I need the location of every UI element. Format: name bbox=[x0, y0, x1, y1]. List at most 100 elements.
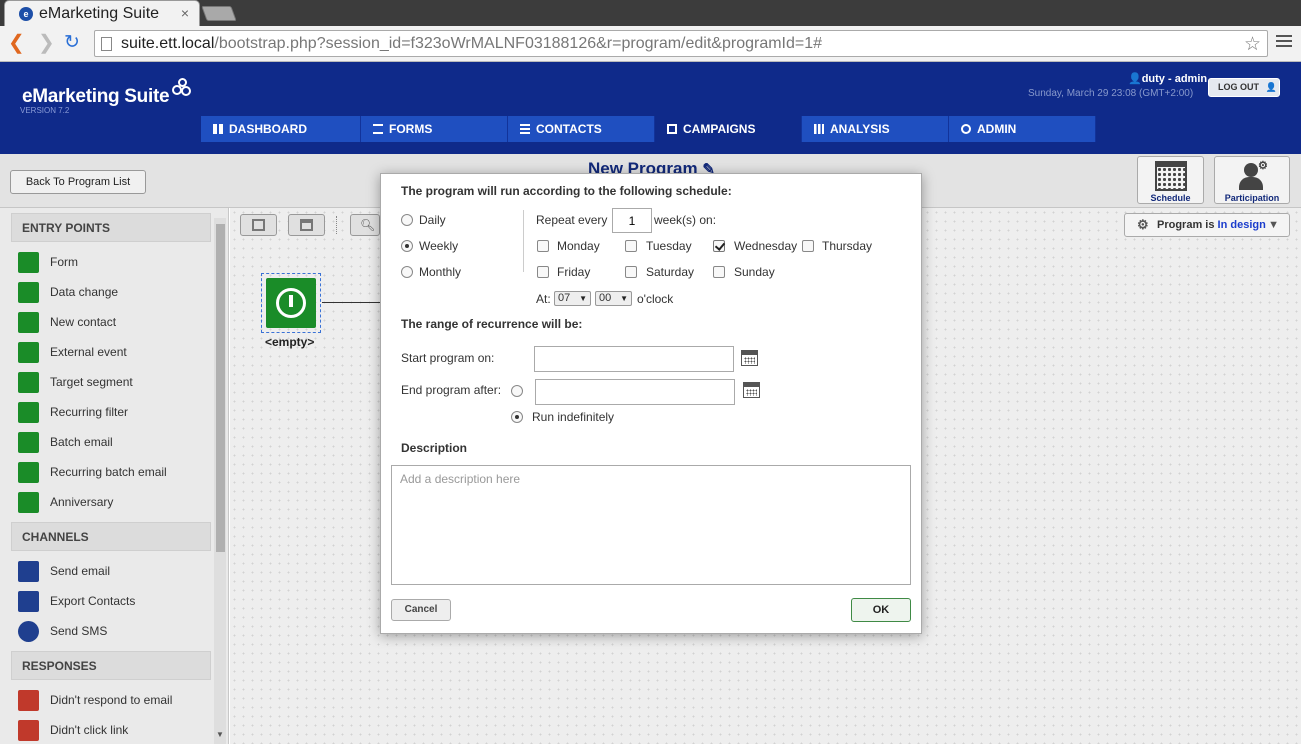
start-date-input[interactable] bbox=[534, 346, 734, 372]
sidebar-item-didnt-respond[interactable]: Didn't respond to email bbox=[18, 689, 208, 711]
sidebar-item-new-contact[interactable]: New contact bbox=[18, 311, 208, 333]
didnt-respond-icon bbox=[18, 690, 39, 711]
app-header: eMarketing Suite VERSION 7.2 👤duty - adm… bbox=[0, 62, 1301, 154]
monthly-radio[interactable] bbox=[401, 266, 413, 278]
sidebar-item-send-sms[interactable]: Send SMS bbox=[18, 620, 208, 642]
app-version: VERSION 7.2 bbox=[20, 106, 70, 115]
logout-user-icon: 👤 bbox=[1265, 82, 1277, 92]
sidebar-item-export-contacts[interactable]: Export Contacts bbox=[18, 590, 208, 612]
nav-admin[interactable]: ADMIN bbox=[949, 116, 1096, 142]
campaigns-icon bbox=[667, 124, 677, 134]
print-tool-button[interactable] bbox=[288, 214, 325, 236]
friday-checkbox[interactable] bbox=[537, 266, 549, 278]
schedule-button[interactable]: Schedule bbox=[1137, 156, 1204, 204]
hour-select[interactable]: 07 bbox=[554, 291, 591, 306]
sidebar-item-form[interactable]: Form bbox=[18, 251, 208, 273]
calendar-icon bbox=[1154, 161, 1187, 191]
sidebar-item-recurring-filter[interactable]: Recurring filter bbox=[18, 401, 208, 423]
wednesday-checkbox[interactable] bbox=[713, 240, 725, 252]
thursday-label: Thursday bbox=[822, 239, 873, 253]
nav-analysis[interactable]: ANALYSIS bbox=[802, 116, 949, 142]
start-date-calendar-icon[interactable] bbox=[741, 350, 758, 366]
tuesday-checkbox[interactable] bbox=[625, 240, 637, 252]
zoom-tool-button[interactable]: 🔍︎ bbox=[350, 214, 380, 236]
weekly-radio[interactable] bbox=[401, 240, 413, 252]
nav-dashboard[interactable]: DASHBOARD bbox=[201, 116, 361, 142]
browser-toolbar: ❮ ❯ ↻ suite.ett.local/bootstrap.php?sess… bbox=[0, 26, 1301, 62]
sidebar-item-data-change[interactable]: Data change bbox=[18, 281, 208, 303]
browser-tab[interactable]: e eMarketing Suite × bbox=[4, 0, 200, 27]
bar-chart-icon bbox=[814, 124, 824, 134]
anniversary-icon bbox=[18, 492, 39, 513]
sunday-label: Sunday bbox=[734, 265, 775, 279]
monday-checkbox[interactable] bbox=[537, 240, 549, 252]
friday-label: Friday bbox=[557, 265, 591, 279]
sunday-checkbox[interactable] bbox=[713, 266, 725, 278]
thursday-checkbox[interactable] bbox=[802, 240, 814, 252]
start-program-label: Start program on: bbox=[401, 351, 495, 365]
back-arrow-icon[interactable]: ❮ bbox=[8, 32, 25, 54]
daily-radio[interactable] bbox=[401, 214, 413, 226]
save-tool-button[interactable] bbox=[240, 214, 277, 236]
sidebar-item-label: Target segment bbox=[50, 375, 133, 389]
saturday-label: Saturday bbox=[646, 265, 695, 279]
reload-icon[interactable]: ↻ bbox=[64, 32, 80, 54]
minute-value: 00 bbox=[599, 292, 612, 304]
repeat-every-label: Repeat every bbox=[536, 213, 608, 227]
end-date-calendar-icon[interactable] bbox=[743, 382, 760, 398]
sidebar-item-label: New contact bbox=[50, 315, 117, 329]
url-text: suite.ett.local/bootstrap.php?session_id… bbox=[121, 35, 822, 53]
end-date-input[interactable] bbox=[535, 379, 735, 405]
forward-arrow-icon[interactable]: ❯ bbox=[38, 32, 55, 54]
program-status-dropdown[interactable]: ⚙ Program is In design ▼ bbox=[1124, 213, 1290, 237]
dropdown-caret-icon: ▼ bbox=[1268, 219, 1279, 231]
sidebar-item-external-event[interactable]: External event bbox=[18, 341, 208, 363]
sidebar-item-anniversary[interactable]: Anniversary bbox=[18, 491, 208, 513]
minute-select[interactable]: 00 bbox=[595, 291, 632, 306]
scroll-down-arrow-icon[interactable]: ▼ bbox=[216, 730, 224, 739]
run-indefinitely-radio[interactable] bbox=[511, 411, 523, 423]
sidebar-item-batch-email[interactable]: Batch email bbox=[18, 431, 208, 453]
status-value: In design bbox=[1217, 219, 1266, 231]
page-icon bbox=[101, 37, 112, 51]
app-logo: eMarketing Suite bbox=[22, 86, 170, 107]
bookmark-star-icon[interactable]: ☆ bbox=[1244, 33, 1261, 56]
browser-menu-icon[interactable] bbox=[1276, 33, 1292, 49]
ok-button[interactable]: OK bbox=[851, 598, 911, 622]
new-contact-icon bbox=[18, 312, 39, 333]
sidebar-item-target-segment[interactable]: Target segment bbox=[18, 371, 208, 393]
end-program-label: End program after: bbox=[401, 383, 502, 397]
status-prefix: Program is bbox=[1157, 219, 1218, 231]
address-bar[interactable]: suite.ett.local/bootstrap.php?session_id… bbox=[94, 30, 1268, 57]
cancel-button[interactable]: Cancel bbox=[391, 599, 451, 621]
tab-close-icon[interactable]: × bbox=[181, 5, 189, 21]
nav-campaigns[interactable]: CAMPAIGNS bbox=[655, 116, 802, 142]
print-icon bbox=[300, 219, 313, 231]
sidebar-item-label: Recurring batch email bbox=[50, 465, 167, 479]
repeat-suffix: week(s) on: bbox=[654, 213, 717, 227]
logout-button[interactable]: LOG OUT 👤 bbox=[1208, 78, 1280, 97]
end-after-radio[interactable] bbox=[511, 385, 523, 397]
participation-button[interactable]: ⚙ Participation bbox=[1214, 156, 1290, 204]
saturday-checkbox[interactable] bbox=[625, 266, 637, 278]
send-email-icon bbox=[18, 561, 39, 582]
wednesday-label: Wednesday bbox=[734, 239, 798, 253]
description-textarea[interactable]: Add a description here bbox=[391, 465, 911, 585]
program-node[interactable] bbox=[261, 273, 321, 333]
new-tab-button[interactable] bbox=[201, 6, 237, 21]
nav-contacts[interactable]: CONTACTS bbox=[508, 116, 655, 142]
magnifier-icon: 🔍︎ bbox=[360, 218, 376, 232]
url-path: /bootstrap.php?session_id=f323oWrMALNF03… bbox=[214, 35, 823, 52]
entry-points-heading: ENTRY POINTS bbox=[11, 213, 211, 242]
sidebar-item-send-email[interactable]: Send email bbox=[18, 560, 208, 582]
repeat-interval-input[interactable] bbox=[612, 208, 652, 233]
frequency-divider bbox=[523, 210, 524, 272]
logout-label: LOG OUT bbox=[1218, 82, 1259, 92]
data-change-icon bbox=[18, 282, 39, 303]
gear-icon bbox=[961, 124, 971, 134]
sidebar-item-didnt-click[interactable]: Didn't click link bbox=[18, 719, 208, 741]
nav-forms[interactable]: FORMS bbox=[361, 116, 508, 142]
sidebar-scrollbar-thumb[interactable] bbox=[216, 224, 225, 552]
back-to-program-list-button[interactable]: Back To Program List bbox=[10, 170, 146, 194]
sidebar-item-recurring-batch-email[interactable]: Recurring batch email bbox=[18, 461, 208, 483]
